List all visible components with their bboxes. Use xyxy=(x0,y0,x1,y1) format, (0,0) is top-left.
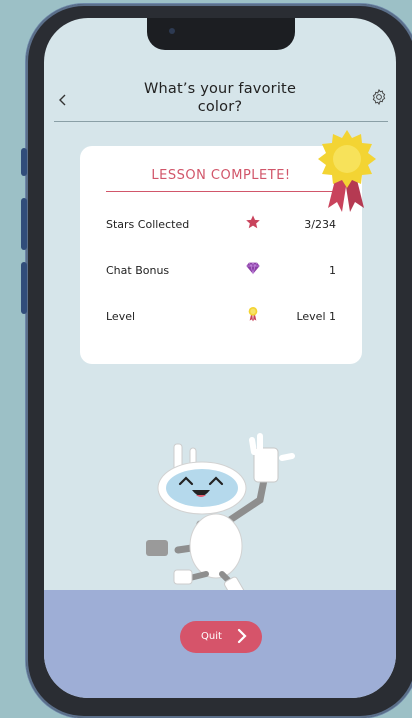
back-button[interactable] xyxy=(58,94,68,106)
level-row: Level Level 1 xyxy=(106,306,336,326)
stars-label: Stars Collected xyxy=(106,218,190,231)
quit-label: Quit xyxy=(201,631,222,642)
volume-down-button xyxy=(21,262,27,314)
card-title-underline xyxy=(106,191,334,192)
header: What’s your favorite color? xyxy=(44,18,396,122)
level-label: Level xyxy=(106,310,136,323)
settings-button[interactable] xyxy=(370,88,388,106)
chevron-left-icon xyxy=(59,94,66,106)
chat-bonus-row: Chat Bonus 1 xyxy=(106,260,336,280)
header-divider xyxy=(54,121,388,122)
app-screen: What’s your favorite color? LESSON COMPL… xyxy=(44,18,396,698)
chat-bonus-value: 1 xyxy=(329,264,336,277)
robot-mascot-icon xyxy=(146,433,295,602)
chevron-right-icon xyxy=(237,628,247,644)
gem-icon xyxy=(246,262,260,275)
chat-bonus-label: Chat Bonus xyxy=(106,264,170,277)
stars-row: Stars Collected 3/234 xyxy=(106,214,336,234)
medal-icon xyxy=(248,307,258,322)
level-value: Level 1 xyxy=(296,310,336,323)
quit-button[interactable]: Quit xyxy=(180,621,262,653)
star-icon xyxy=(246,215,260,229)
gear-icon xyxy=(372,88,386,106)
page-title: What’s your favorite color? xyxy=(143,81,297,115)
award-ribbon-icon xyxy=(318,130,376,212)
volume-up-button xyxy=(21,198,27,250)
mute-switch xyxy=(21,148,27,176)
